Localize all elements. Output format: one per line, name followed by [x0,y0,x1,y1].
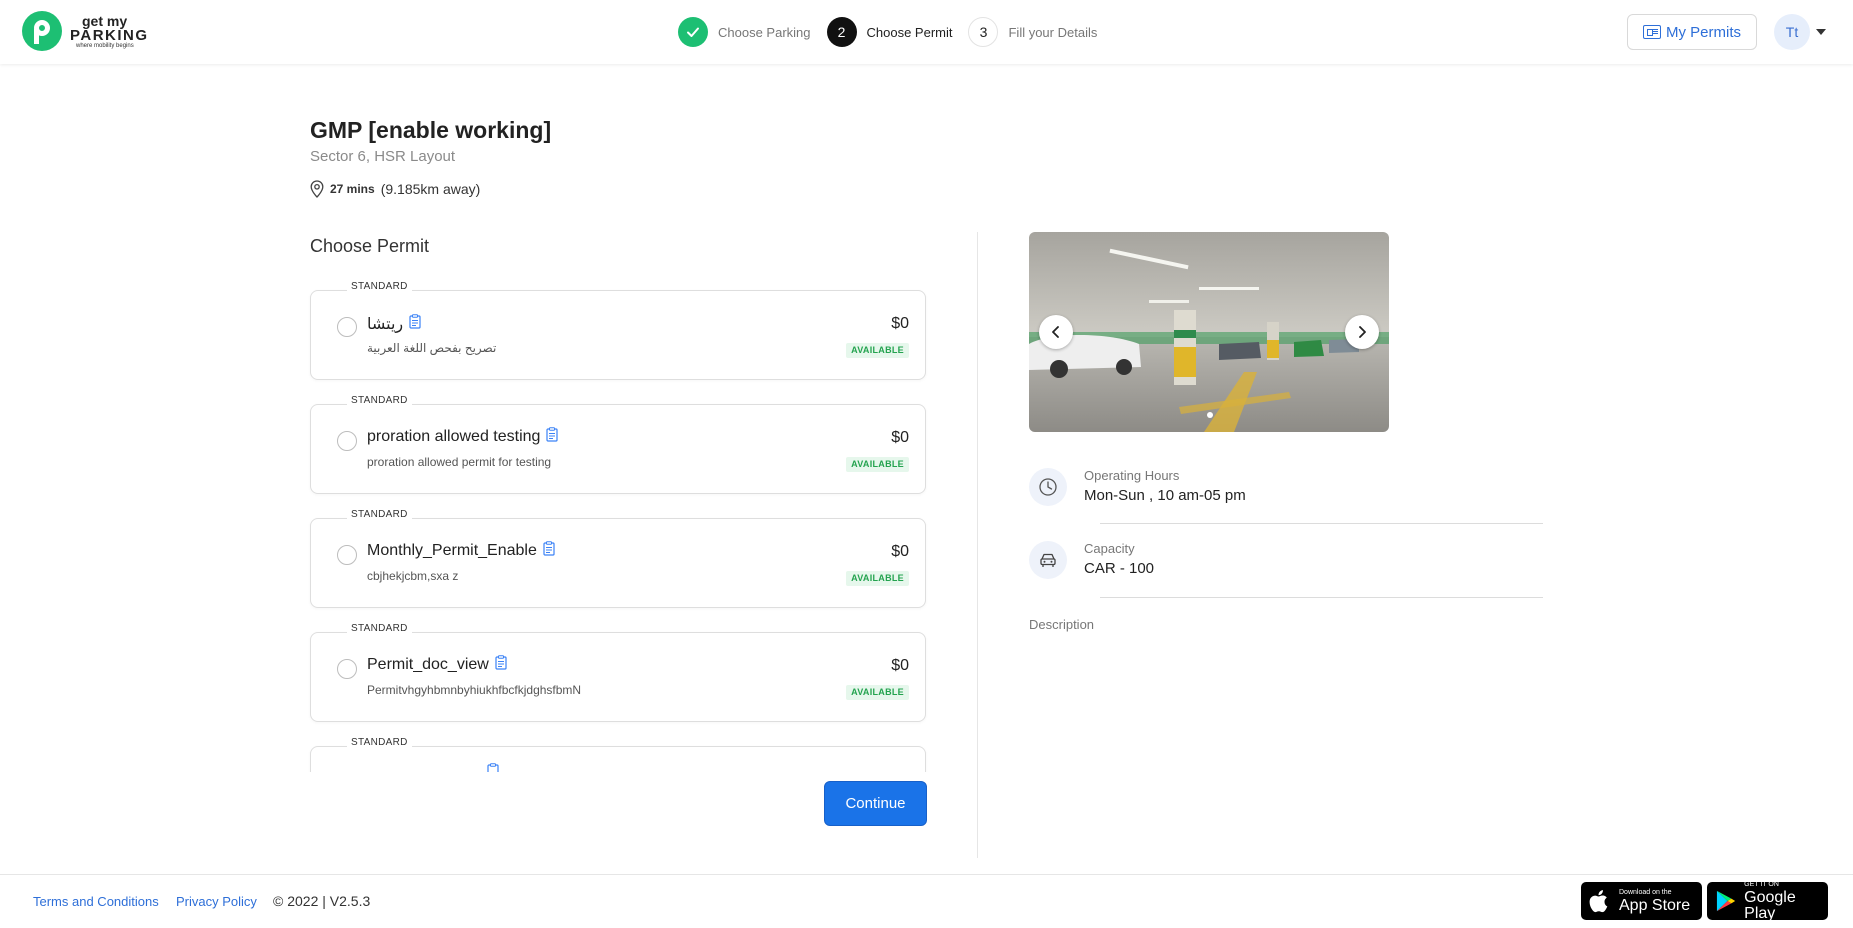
step-choose-permit[interactable]: 2 Choose Permit [826,17,953,47]
operating-hours-label: Operating Hours [1084,468,1180,483]
location-pin-icon [310,180,324,198]
distance-info: 27 mins (9.185km away) [310,180,480,198]
travel-time: 27 mins [330,182,375,196]
availability-badge: AVAILABLE [846,571,909,586]
check-icon [678,17,708,47]
permit-list[interactable]: STANDARD ريتشا تصريح بفحص اللغة العربية … [308,280,930,772]
page-subtitle: Sector 6, HSR Layout [310,148,456,165]
footer: Terms and Conditions Privacy Policy © 20… [0,874,1853,928]
chevron-right-icon [1359,326,1366,338]
permit-price: $0 [891,543,909,560]
document-icon[interactable] [546,426,559,442]
description-label: Description [1029,617,1095,632]
app-store-small: Download on the [1619,888,1672,896]
permit-type-tag: STANDARD [347,737,412,748]
apple-icon [1589,890,1608,913]
parking-garage-image [1029,232,1389,432]
permit-card[interactable]: STANDARD [310,737,926,772]
permit-radio[interactable] [337,431,357,451]
permit-name: ريتشا [367,316,404,333]
capacity-value: CAR - 100 [1084,560,1155,577]
document-icon[interactable] [543,540,555,556]
clock-icon [1029,468,1067,506]
permit-type-tag: STANDARD [347,623,412,634]
permit-card[interactable]: STANDARD Monthly_Permit_Enable cbjhekjcb… [310,509,926,608]
step-label: Choose Parking [718,24,811,40]
travel-distance: (9.185km away) [380,181,481,197]
permit-card[interactable]: STANDARD proration allowed testing prora… [310,395,926,494]
permit-price: $0 [891,657,909,674]
chevron-left-icon [1052,326,1059,338]
continue-button[interactable]: Continue [824,781,927,826]
chevron-down-icon[interactable] [1816,29,1826,35]
permit-type-tag: STANDARD [347,281,412,292]
app-logo[interactable]: get my PARKING where mobility begins [22,10,149,52]
permit-type-tag: STANDARD [347,395,412,406]
permit-description: proration allowed permit for testing [367,455,552,469]
section-title: Choose Permit [310,236,430,256]
car-icon [1029,541,1067,579]
app-store-big: App Store [1619,896,1691,914]
step-fill-details[interactable]: 3 Fill your Details [968,17,1097,47]
permit-radio[interactable] [337,545,357,565]
google-play-badge[interactable]: GET IT ON Google Play [1707,880,1828,922]
permit-price: $0 [891,315,909,332]
divider [1100,523,1543,524]
logo-line1: get my [82,12,128,29]
copyright: © 2022 | V2.5.3 [273,893,371,909]
document-icon[interactable] [409,313,421,329]
permit-description: تصريح بفحص اللغة العربية [367,341,497,355]
parking-photo-carousel[interactable] [1029,232,1389,432]
permit-price: $0 [891,429,909,446]
permit-card-icon [1643,25,1661,39]
permit-description: cbjhekjcbm,sxa z [367,569,459,583]
step-number: 2 [826,17,857,47]
carousel-next-button[interactable] [1345,315,1379,349]
operating-hours: Operating Hours Mon-Sun , 10 am-05 pm [1029,468,1246,506]
google-play-small: GET IT ON [1744,880,1779,888]
app-store-badge[interactable]: Download on the App Store [1581,882,1702,920]
my-permits-button[interactable]: My Permits [1627,14,1757,50]
availability-badge: AVAILABLE [846,457,909,472]
document-icon[interactable] [495,654,507,670]
permit-card[interactable]: STANDARD Permit_doc_view Permitvhgyhbmnb… [310,623,926,722]
permit-name: Permit_doc_view [367,656,489,673]
operating-hours-value: Mon-Sun , 10 am-05 pm [1084,487,1246,504]
parking-logo-icon [22,11,62,51]
avatar[interactable]: Tt [1774,14,1810,50]
permit-description: PermitvhgyhbmnbyhiukhfbcfkjdghsfbmN [367,683,582,697]
permit-card[interactable]: STANDARD ريتشا تصريح بفحص اللغة العربية … [310,281,926,380]
step-number: 3 [968,17,999,47]
terms-link[interactable]: Terms and Conditions [33,894,159,909]
divider [1100,597,1543,598]
privacy-link[interactable]: Privacy Policy [176,894,257,909]
step-label: Fill your Details [1008,24,1098,40]
step-label: Choose Permit [866,24,953,40]
logo-line2: PARKING [70,26,149,44]
carousel-prev-button[interactable] [1039,315,1073,349]
permit-radio[interactable] [337,659,357,679]
stepper: Choose Parking 2 Choose Permit 3 Fill yo… [678,16,1113,48]
my-permits-label: My Permits [1666,23,1741,41]
column-divider [977,232,978,858]
document-icon[interactable] [487,763,499,772]
step-choose-parking[interactable]: Choose Parking [678,17,811,47]
top-header: get my PARKING where mobility begins Cho… [0,0,1853,64]
availability-badge: AVAILABLE [846,343,909,358]
capacity-label: Capacity [1084,541,1135,556]
permit-name: proration allowed testing [367,428,541,445]
google-play-icon [1716,890,1736,912]
google-play-big: Google Play [1744,888,1796,922]
permit-type-tag: STANDARD [347,509,412,520]
page-title: GMP [enable working] [310,117,552,143]
availability-badge: AVAILABLE [846,685,909,700]
permit-name: Monthly_Permit_Enable [367,542,537,559]
capacity: Capacity CAR - 100 [1029,541,1154,579]
permit-radio[interactable] [337,317,357,337]
carousel-indicator-dot[interactable] [1207,412,1213,418]
